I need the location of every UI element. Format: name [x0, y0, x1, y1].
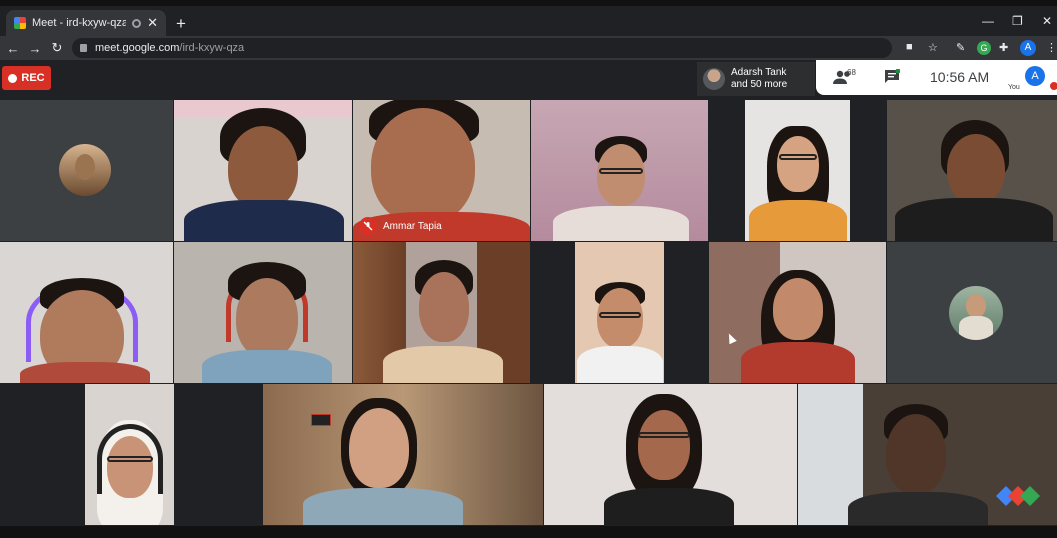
browser-toolbar: ← → ↻ meet.google.com /ird-kxyw-qza ■ ☆ … [0, 36, 1057, 60]
address-bar[interactable]: meet.google.com /ird-kxyw-qza [72, 38, 892, 58]
chat-icon[interactable] [884, 69, 900, 85]
close-window-icon[interactable]: ✕ [1042, 14, 1052, 28]
participant-avatar [949, 286, 1003, 340]
browser-tab[interactable]: Meet - ird-kxyw-qza ✕ [6, 10, 166, 36]
participant-tile[interactable] [0, 384, 262, 525]
close-tab-icon[interactable]: ✕ [147, 15, 158, 31]
participant-tile[interactable] [887, 100, 1057, 241]
extension-icon[interactable]: G [977, 41, 991, 55]
recording-indicator-icon [132, 18, 142, 28]
participant-count: 68 [847, 68, 856, 77]
participant-tile[interactable] [709, 100, 886, 241]
browser-tab-strip: Meet - ird-kxyw-qza ✕ + — ❐ ✕ [0, 0, 1057, 36]
recording-badge: REC [2, 66, 51, 90]
meeting-info-panel: 68 10:56 AM A You [816, 60, 1057, 95]
meet-top-bar: REC Adarsh Tank and 50 more 68 10:56 AM … [0, 60, 1057, 98]
participant-tile[interactable]: Ammar Tapia [353, 100, 530, 241]
participant-tile[interactable] [174, 242, 352, 383]
mic-off-icon [359, 217, 377, 235]
forward-icon[interactable]: → [24, 41, 46, 56]
meet-favicon-icon [14, 17, 26, 29]
meet-logo-icon [996, 486, 1040, 506]
presenter-chip[interactable]: Adarsh Tank and 50 more [697, 62, 815, 96]
profile-avatar[interactable]: A [1020, 40, 1036, 56]
screen: Meet - ird-kxyw-qza ✕ + — ❐ ✕ ← → ↻ meet… [0, 0, 1057, 538]
presenter-name: Adarsh Tank [731, 67, 787, 78]
participant-tile[interactable] [263, 384, 543, 525]
participant-tile[interactable] [531, 100, 708, 241]
tab-title: Meet - ird-kxyw-qza [32, 17, 127, 29]
participant-tile[interactable] [887, 242, 1057, 383]
presenter-avatar [703, 68, 725, 90]
browser-menu-icon[interactable]: ⋮ [1046, 41, 1057, 54]
new-tab-button[interactable]: + [176, 14, 186, 34]
participant-tile[interactable] [174, 100, 352, 241]
camera-icon[interactable]: ■ [906, 41, 913, 53]
back-icon[interactable]: ← [2, 41, 24, 56]
meeting-clock: 10:56 AM [930, 69, 990, 85]
participant-tile[interactable] [0, 100, 173, 241]
participant-tile[interactable] [544, 384, 797, 525]
bottom-edge [0, 526, 1057, 538]
url-path: /ird-kxyw-qza [179, 42, 245, 54]
extensions-puzzle-icon[interactable]: ✚ [999, 41, 1008, 54]
minimize-icon[interactable]: — [982, 14, 994, 28]
participant-name: Ammar Tapia [383, 220, 442, 232]
reload-icon[interactable]: ↻ [46, 40, 68, 56]
recording-label: REC [21, 72, 45, 84]
participant-tile[interactable] [709, 242, 886, 383]
record-dot-icon [8, 73, 18, 83]
participant-avatar [59, 144, 111, 196]
self-label: You [1008, 84, 1020, 91]
presenter-more: and 50 more [731, 79, 788, 90]
notification-badge [1050, 82, 1057, 90]
maximize-icon[interactable]: ❐ [1012, 14, 1023, 28]
participant-name-tag: Ammar Tapia [359, 217, 442, 235]
bookmark-star-icon[interactable]: ☆ [928, 41, 938, 54]
self-avatar[interactable]: A [1025, 66, 1045, 86]
pen-icon[interactable]: ✎ [956, 41, 965, 54]
participant-tile[interactable] [353, 242, 530, 383]
participant-tile[interactable] [531, 242, 708, 383]
participant-tile[interactable] [798, 384, 1057, 525]
participant-tile[interactable] [0, 242, 173, 383]
lock-icon [80, 44, 87, 52]
url-host: meet.google.com [95, 42, 180, 54]
